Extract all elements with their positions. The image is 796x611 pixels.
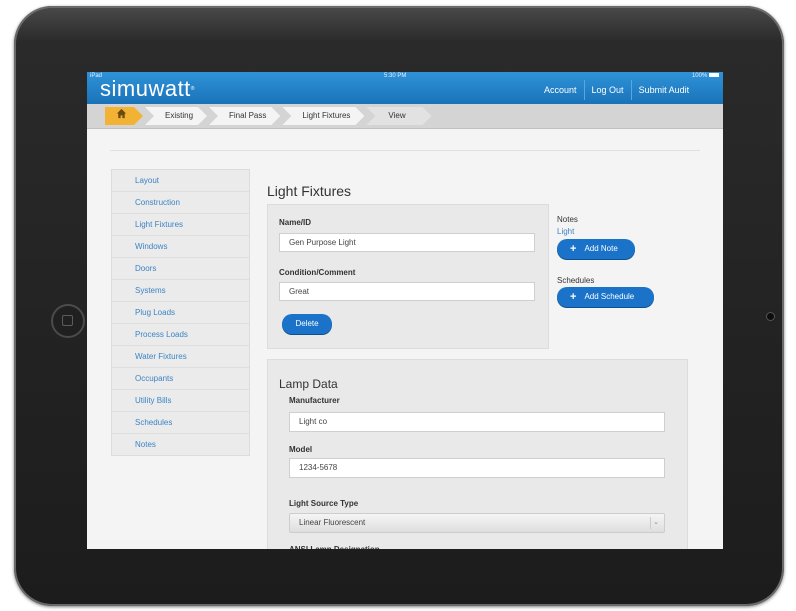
sidebar-item-systems[interactable]: Systems bbox=[112, 280, 249, 302]
model-field[interactable]: 1234-5678 bbox=[289, 458, 665, 478]
home-icon bbox=[116, 108, 127, 119]
submit-audit-link[interactable]: Submit Audit bbox=[630, 80, 697, 100]
page-title: Light Fixtures bbox=[267, 183, 352, 199]
sidebar-nav: Layout Construction Light Fixtures Windo… bbox=[111, 169, 250, 456]
sidebar-item-windows[interactable]: Windows bbox=[112, 236, 249, 258]
sidebar-item-light-fixtures[interactable]: Light Fixtures bbox=[112, 214, 249, 236]
battery-status: 100% bbox=[692, 73, 719, 79]
sidebar-item-occupants[interactable]: Occupants bbox=[112, 368, 249, 390]
manufacturer-field[interactable]: Light co bbox=[289, 412, 665, 432]
account-link[interactable]: Account bbox=[537, 80, 584, 100]
logo-text: simuwatt bbox=[100, 76, 191, 101]
breadcrumb: Existing Final Pass Light Fixtures View bbox=[87, 104, 723, 129]
app-header: iPad 5:30 PM 100% simuwatt® Account Log … bbox=[87, 72, 723, 104]
breadcrumb-light-fixtures[interactable]: Light Fixtures bbox=[282, 107, 364, 125]
header-nav: Account Log Out Submit Audit bbox=[537, 80, 696, 100]
app-screen: iPad 5:30 PM 100% simuwatt® Account Log … bbox=[87, 72, 723, 549]
schedules-label: Schedules bbox=[557, 276, 595, 285]
ansi-lamp-designation-label: ANSI Lamp Designation bbox=[289, 544, 380, 549]
light-source-type-label: Light Source Type bbox=[289, 499, 359, 508]
condition-field[interactable]: Great bbox=[279, 282, 535, 301]
home-button[interactable] bbox=[51, 304, 85, 338]
name-label: Name/ID bbox=[279, 218, 312, 227]
camera-icon bbox=[766, 312, 775, 321]
note-link[interactable]: Light bbox=[557, 227, 574, 236]
sidebar-item-schedules[interactable]: Schedules bbox=[112, 412, 249, 434]
registered-mark: ® bbox=[190, 86, 195, 92]
add-note-label: Add Note bbox=[584, 244, 618, 253]
sidebar-item-utility-bills[interactable]: Utility Bills bbox=[112, 390, 249, 412]
delete-button[interactable]: Delete bbox=[282, 314, 332, 334]
plus-icon: + bbox=[570, 243, 577, 255]
log-out-link[interactable]: Log Out bbox=[583, 80, 631, 100]
condition-label: Condition/Comment bbox=[279, 268, 356, 277]
sidebar-item-notes[interactable]: Notes bbox=[112, 434, 249, 455]
breadcrumb-view[interactable]: View bbox=[366, 107, 431, 125]
breadcrumb-home[interactable] bbox=[105, 107, 143, 125]
sidebar-item-plug-loads[interactable]: Plug Loads bbox=[112, 302, 249, 324]
battery-icon bbox=[709, 73, 719, 78]
breadcrumb-final-pass[interactable]: Final Pass bbox=[209, 107, 280, 125]
model-label: Model bbox=[289, 445, 313, 454]
clock: 5:30 PM bbox=[384, 73, 407, 79]
add-schedule-label: Add Schedule bbox=[584, 292, 635, 301]
manufacturer-label: Manufacturer bbox=[289, 396, 340, 405]
light-source-type-value: Linear Fluorescent bbox=[299, 518, 366, 527]
lamp-data-title: Lamp Data bbox=[279, 377, 338, 391]
sidebar-item-construction[interactable]: Construction bbox=[112, 192, 249, 214]
sidebar-item-layout[interactable]: Layout bbox=[112, 170, 249, 192]
notes-label: Notes bbox=[557, 215, 578, 224]
breadcrumb-existing[interactable]: Existing bbox=[145, 107, 207, 125]
chevron-down-icon: ⌄ bbox=[650, 517, 661, 529]
light-source-type-select[interactable]: Linear Fluorescent ⌄ bbox=[289, 513, 665, 533]
sidebar-item-doors[interactable]: Doors bbox=[112, 258, 249, 280]
simuwatt-logo: simuwatt® bbox=[100, 78, 195, 100]
sidebar-item-process-loads[interactable]: Process Loads bbox=[112, 324, 249, 346]
plus-icon: + bbox=[570, 291, 577, 303]
battery-percent: 100% bbox=[691, 73, 708, 79]
name-field[interactable]: Gen Purpose Light bbox=[279, 233, 535, 252]
divider bbox=[110, 150, 700, 151]
sidebar-item-water-fixtures[interactable]: Water Fixtures bbox=[112, 346, 249, 368]
add-schedule-button[interactable]: + Add Schedule bbox=[557, 287, 654, 307]
add-note-button[interactable]: + Add Note bbox=[557, 239, 635, 259]
